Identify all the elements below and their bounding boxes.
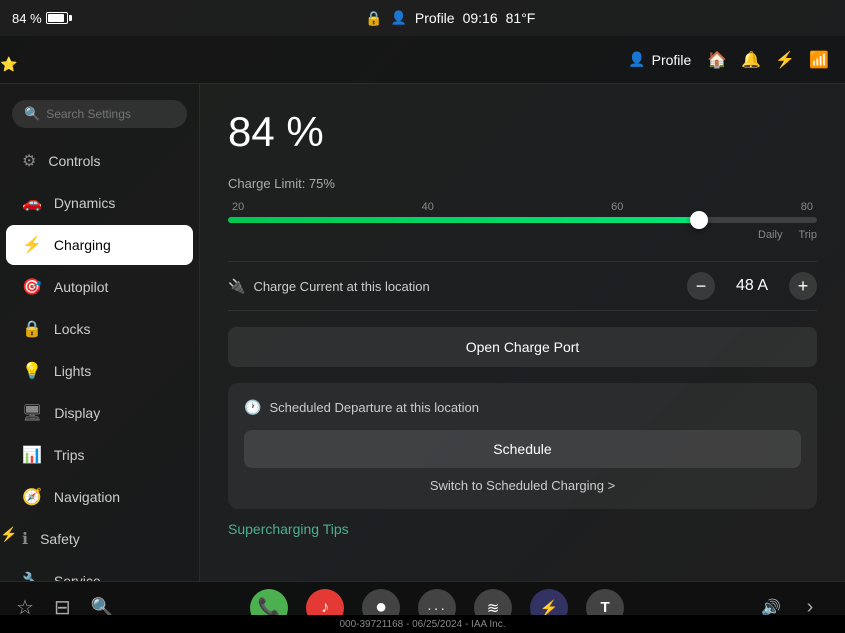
header-bluetooth-icon[interactable]: ⚡ [775, 50, 795, 70]
battery-percent: 84 % [12, 11, 42, 26]
search-icon: 🔍 [24, 106, 40, 122]
search-bar[interactable]: 🔍 [12, 100, 187, 128]
slider-thumb[interactable] [690, 211, 708, 229]
left-edge-bottom-icon: ⚡ [0, 526, 17, 543]
slider-label-60: 60 [611, 201, 623, 213]
main-content: 👤 Profile 🏠 🔔 ⚡ 📶 🔍 ⚙ Controls [0, 36, 845, 581]
lock-icon: 🔒 [365, 10, 382, 27]
supercharging-tips-link[interactable]: Supercharging Tips [228, 521, 817, 537]
charge-current-row: 🔌 Charge Current at this location − 48 A… [228, 261, 817, 311]
sidebar-label-charging: Charging [54, 237, 111, 253]
service-icon: 🔧 [22, 571, 42, 581]
charge-current-label: 🔌 Charge Current at this location [228, 278, 430, 295]
profile-section[interactable]: 👤 Profile [628, 51, 691, 68]
slider-label-80: 80 [801, 201, 813, 213]
slider-label-40: 40 [422, 201, 434, 213]
sidebar-label-locks: Locks [54, 321, 91, 337]
navigation-icon: 🧭 [22, 487, 42, 507]
status-temp: 81°F [506, 10, 536, 26]
sidebar-label-controls: Controls [48, 153, 100, 169]
battery-percent-display: 84 % [228, 108, 817, 156]
sidebar-item-locks[interactable]: 🔒 Locks [6, 309, 193, 349]
status-profile-label: Profile [415, 10, 455, 26]
sidebar-label-safety: Safety [40, 531, 80, 547]
sidebar-label-lights: Lights [54, 363, 91, 379]
charging-panel: 84 % Charge Limit: 75% 20 40 60 80 Daily… [200, 84, 845, 581]
autopilot-icon: 🎯 [22, 277, 42, 297]
sidebar-item-service[interactable]: 🔧 Service [6, 561, 193, 581]
charge-current-control: − 48 A + [687, 272, 817, 300]
home-icon[interactable]: 🏠 [707, 50, 727, 70]
switch-charging-link[interactable]: Switch to Scheduled Charging > [244, 478, 801, 493]
left-edge-top-icon: ⭐ [0, 56, 17, 73]
battery-fill [48, 14, 64, 22]
slider-labels: 20 40 60 80 [228, 201, 817, 213]
charge-current-value: 48 A [727, 277, 777, 295]
bell-icon[interactable]: 🔔 [741, 50, 761, 70]
bottom-info-text: 000-39721168 - 06/25/2024 - IAA Inc. [339, 619, 505, 630]
status-time: 09:16 [463, 10, 498, 26]
sidebar-item-navigation[interactable]: 🧭 Navigation [6, 477, 193, 517]
sidebar-item-trips[interactable]: 📊 Trips [6, 435, 193, 475]
locks-icon: 🔒 [22, 319, 42, 339]
header-right: 👤 Profile 🏠 🔔 ⚡ 📶 [628, 50, 829, 70]
trips-icon: 📊 [22, 445, 42, 465]
sidebar-item-safety[interactable]: ℹ Safety [6, 519, 193, 559]
slider-tag-trip: Trip [798, 229, 817, 241]
sidebar-label-service: Service [54, 573, 101, 581]
open-charge-port-button[interactable]: Open Charge Port [228, 327, 817, 367]
slider-tags: Daily Trip [228, 229, 817, 241]
body-area: 🔍 ⚙ Controls 🚗 Dynamics ⚡ Charging 🎯 Aut… [0, 84, 845, 581]
plug-icon: 🔌 [228, 278, 245, 295]
left-edge: ⭐ ⚡ [0, 36, 18, 563]
decrease-current-button[interactable]: − [687, 272, 715, 300]
sidebar-item-display[interactable]: 🖥 Display [6, 393, 193, 433]
search-input[interactable] [46, 107, 175, 121]
status-left: 84 % [12, 11, 68, 26]
sidebar-label-display: Display [54, 405, 100, 421]
charge-limit-label: Charge Limit: 75% [228, 176, 817, 191]
header-signal-icon: 📶 [809, 50, 829, 70]
lights-icon: 💡 [22, 361, 42, 381]
profile-icon-status: 👤 [391, 10, 407, 26]
bottom-info-bar: 000-39721168 - 06/25/2024 - IAA Inc. [0, 615, 845, 633]
increase-current-button[interactable]: + [789, 272, 817, 300]
sidebar-item-autopilot[interactable]: 🎯 Autopilot [6, 267, 193, 307]
sidebar-label-trips: Trips [54, 447, 85, 463]
header-profile-label: Profile [652, 52, 692, 68]
charge-limit-slider-container[interactable]: 20 40 60 80 Daily Trip [228, 201, 817, 241]
schedule-button[interactable]: Schedule [244, 430, 801, 468]
dynamics-icon: 🚗 [22, 193, 42, 213]
status-bar: 84 % 🔒 👤 Profile 09:16 81°F [0, 0, 845, 36]
battery-icon [46, 12, 68, 24]
scheduled-departure-label: Scheduled Departure at this location [269, 400, 479, 415]
header-bar: 👤 Profile 🏠 🔔 ⚡ 📶 [0, 36, 845, 84]
sidebar-item-dynamics[interactable]: 🚗 Dynamics [6, 183, 193, 223]
profile-person-icon: 👤 [628, 51, 645, 68]
sidebar-item-charging[interactable]: ⚡ Charging [6, 225, 193, 265]
scheduled-departure-section: 🕐 Scheduled Departure at this location S… [228, 383, 817, 509]
charge-current-text: Charge Current at this location [253, 279, 429, 294]
safety-icon: ℹ [22, 529, 28, 549]
scheduled-header: 🕐 Scheduled Departure at this location [244, 399, 801, 416]
sidebar-label-autopilot: Autopilot [54, 279, 108, 295]
clock-icon: 🕐 [244, 399, 261, 416]
charging-icon: ⚡ [22, 235, 42, 255]
sidebar-label-dynamics: Dynamics [54, 195, 115, 211]
slider-tag-daily: Daily [758, 229, 782, 241]
controls-icon: ⚙ [22, 151, 36, 171]
slider-track[interactable] [228, 217, 817, 223]
header-icons: 🏠 🔔 ⚡ 📶 [707, 50, 829, 70]
sidebar-label-navigation: Navigation [54, 489, 120, 505]
sidebar: 🔍 ⚙ Controls 🚗 Dynamics ⚡ Charging 🎯 Aut… [0, 84, 200, 581]
slider-fill [228, 217, 699, 223]
display-icon: 🖥 [22, 403, 42, 423]
sidebar-item-lights[interactable]: 💡 Lights [6, 351, 193, 391]
slider-label-20: 20 [232, 201, 244, 213]
battery-indicator: 84 % [12, 11, 68, 26]
status-center: 🔒 👤 Profile 09:16 81°F [365, 10, 535, 27]
sidebar-item-controls[interactable]: ⚙ Controls [6, 141, 193, 181]
